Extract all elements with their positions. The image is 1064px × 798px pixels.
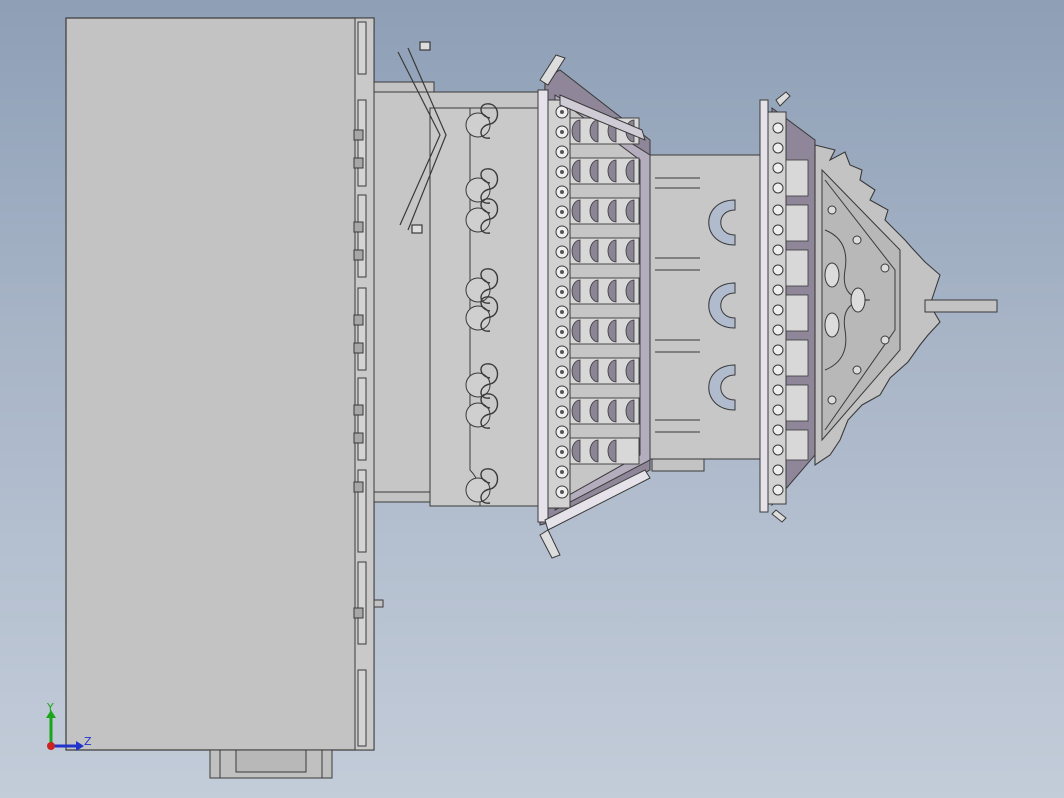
finned-module-2 bbox=[759, 91, 816, 523]
y-axis-label: Y bbox=[46, 701, 54, 714]
s-rib-plate bbox=[373, 91, 541, 507]
cad-graphics-viewport[interactable]: Y Z bbox=[0, 0, 1064, 798]
z-axis-label: Z bbox=[84, 735, 92, 748]
toothed-end-cap bbox=[814, 144, 998, 467]
assembly-model-view[interactable]: Y Z bbox=[0, 0, 1064, 798]
mid-connector-block bbox=[649, 154, 763, 472]
finned-module-1 bbox=[537, 54, 651, 559]
enclosure-panel bbox=[65, 17, 384, 779]
origin-marker bbox=[47, 742, 55, 750]
